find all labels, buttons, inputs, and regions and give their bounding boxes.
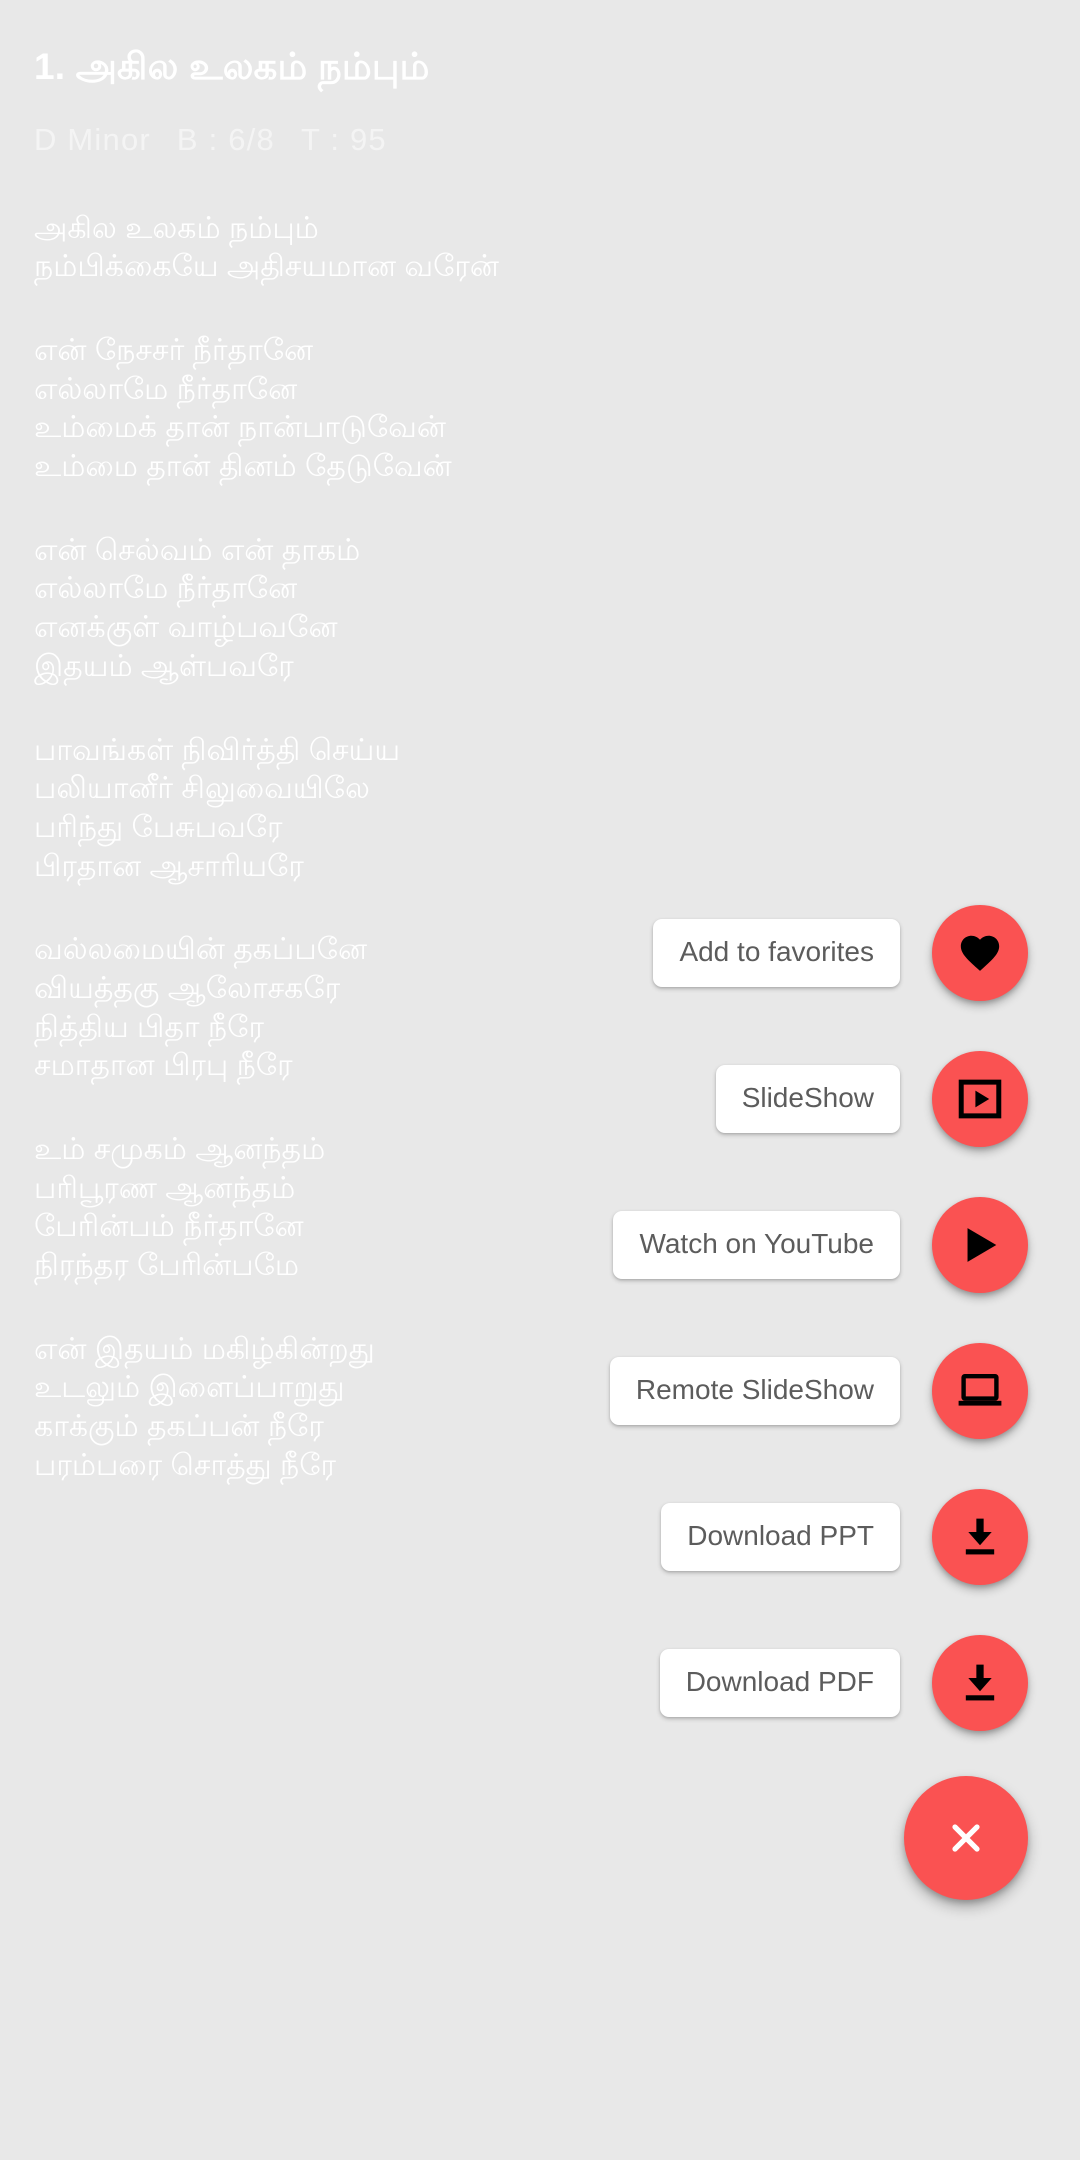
fab-row-add-to-favorites: Add to favorites [0, 900, 1080, 1006]
lyric-line: அகில உலகம் நம்பும் [34, 211, 319, 245]
fab-label-download-ppt[interactable]: Download PPT [661, 1503, 900, 1571]
fab-row-slideshow: SlideShow [0, 1046, 1080, 1152]
fab-label-watch-on-youtube[interactable]: Watch on YouTube [613, 1211, 900, 1279]
lyric-line: எல்லாமே நீர்தானே [34, 572, 298, 606]
add-to-favorites-button[interactable] [932, 905, 1028, 1001]
lyric-stanza: பாவங்கள் நிவிர்த்தி செய்ய பலியானீர் சிலு… [34, 732, 1046, 887]
remote-slideshow-button[interactable] [932, 1343, 1028, 1439]
lyric-line: பரிந்து பேசுபவரே [34, 810, 283, 844]
lyric-line: பிரதான ஆசாரியரே [34, 849, 304, 883]
speed-dial-menu: Add to favorites SlideShow Watch on YouT… [0, 900, 1080, 1900]
download-pdf-button[interactable] [932, 1635, 1028, 1731]
fab-row-close [0, 1776, 1080, 1900]
lyric-line: பலியானீர் சிலுவையிலே [34, 772, 370, 806]
lyric-line: உம்மை தான் தினம் தேடுவேன் [34, 450, 452, 484]
fab-label-download-pdf[interactable]: Download PDF [659, 1649, 900, 1717]
heart-icon [957, 930, 1003, 976]
song-metadata: D Minor B : 6/8 T : 95 [34, 122, 1046, 158]
song-key: D Minor [34, 121, 151, 157]
download-icon [957, 1514, 1003, 1560]
fab-label-slideshow[interactable]: SlideShow [715, 1065, 900, 1133]
fab-row-download-ppt: Download PPT [0, 1484, 1080, 1590]
fab-row-download-pdf: Download PDF [0, 1630, 1080, 1736]
lyric-stanza: என் செல்வம் என் தாகம் எல்லாமே நீர்தானே எ… [34, 532, 1046, 687]
lyric-line: பாவங்கள் நிவிர்த்தி செய்ய [34, 733, 401, 767]
lyric-line: நம்பிக்கையே அதிசயமான வரேன் [34, 250, 499, 284]
slideshow-icon [957, 1076, 1003, 1122]
song-tempo: T : 95 [300, 121, 387, 157]
lyric-line: என் செல்வம் என் தாகம் [34, 533, 361, 567]
play-icon [957, 1222, 1003, 1268]
lyric-line: என் நேசசர் நீர்தானே [34, 334, 314, 368]
lyric-stanza: என் நேசசர் நீர்தானே எல்லாமே நீர்தானே உம்… [34, 332, 1046, 487]
fab-row-remote-slideshow: Remote SlideShow [0, 1338, 1080, 1444]
fab-row-watch-on-youtube: Watch on YouTube [0, 1192, 1080, 1298]
laptop-icon [956, 1367, 1004, 1415]
slideshow-button[interactable] [932, 1051, 1028, 1147]
download-icon [957, 1660, 1003, 1706]
lyric-line: உம்மைக் தான் நான்பாடுவேன் [34, 411, 446, 445]
lyric-line: எல்லாமே நீர்தானே [34, 372, 298, 406]
song-beat: B : 6/8 [176, 121, 275, 157]
fab-label-remote-slideshow[interactable]: Remote SlideShow [609, 1357, 900, 1425]
watch-on-youtube-button[interactable] [932, 1197, 1028, 1293]
lyric-line: இதயம் ஆள்பவரே [34, 649, 294, 683]
fab-label-add-to-favorites[interactable]: Add to favorites [653, 919, 900, 987]
close-icon [942, 1814, 990, 1862]
download-ppt-button[interactable] [932, 1489, 1028, 1585]
lyric-stanza: அகில உலகம் நம்பும் நம்பிக்கையே அதிசயமான … [34, 210, 1046, 287]
song-title: 1. அகில உலகம் நம்பும் [34, 46, 430, 87]
close-menu-button[interactable] [904, 1776, 1028, 1900]
lyric-line: எனக்குள் வாழ்பவனே [34, 611, 338, 645]
